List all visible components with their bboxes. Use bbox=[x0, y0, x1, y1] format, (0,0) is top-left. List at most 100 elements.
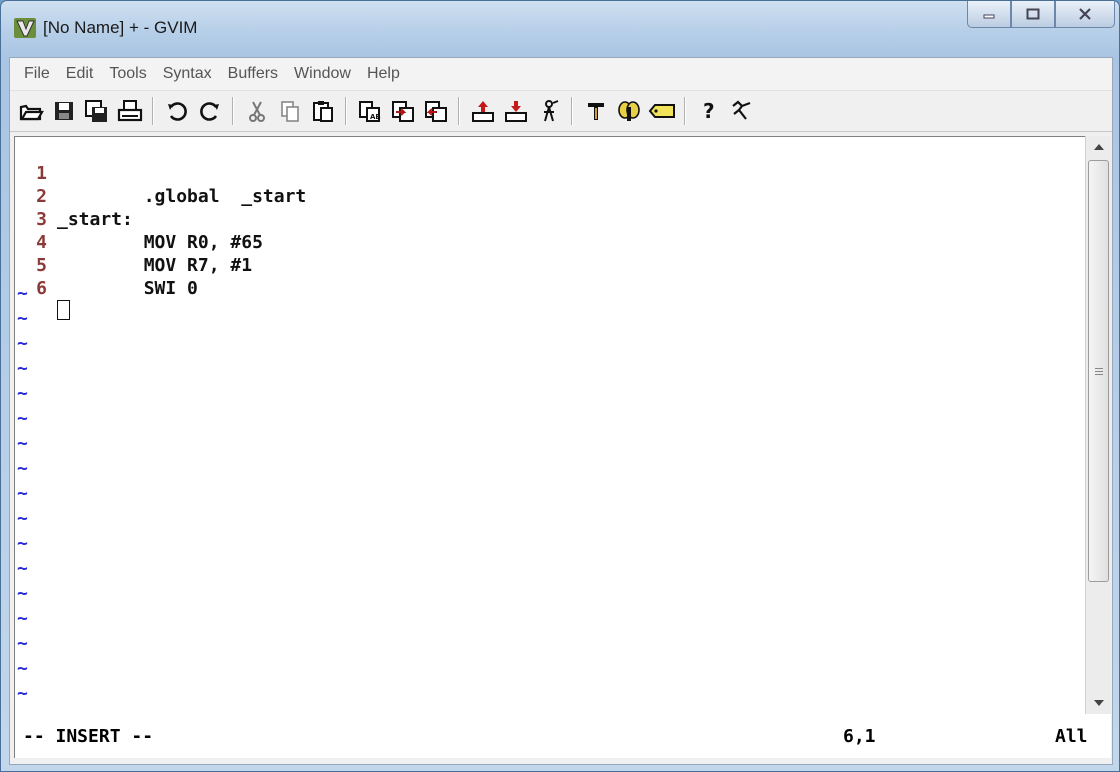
empty-line-tilde: ~ bbox=[17, 508, 28, 529]
minimize-icon bbox=[983, 14, 995, 19]
help-icon: ? bbox=[703, 99, 715, 123]
gvim-icon bbox=[14, 18, 36, 38]
toolbar-separator bbox=[152, 97, 154, 125]
save-button[interactable] bbox=[47, 94, 80, 128]
paste-button[interactable] bbox=[306, 94, 339, 128]
save-session-button[interactable] bbox=[386, 94, 419, 128]
toolbar: AB ? bbox=[10, 91, 1112, 132]
cut-icon bbox=[248, 101, 265, 122]
open-button[interactable] bbox=[14, 94, 47, 128]
hammer-icon bbox=[587, 103, 604, 120]
empty-line-tilde: ~ bbox=[17, 533, 28, 554]
vertical-scrollbar[interactable] bbox=[1085, 136, 1111, 714]
empty-line-tilde: ~ bbox=[17, 458, 28, 479]
run-script-icon bbox=[424, 101, 447, 122]
copy-button[interactable] bbox=[273, 94, 306, 128]
arrow-down-icon bbox=[1093, 700, 1104, 706]
empty-line-tilde: ~ bbox=[17, 433, 28, 454]
menu-window[interactable]: Window bbox=[286, 65, 359, 83]
toolbar-separator bbox=[571, 97, 573, 125]
cursor-position: 6,1 bbox=[843, 726, 876, 747]
status-line: -- INSERT -- 6,1 All bbox=[14, 714, 1111, 758]
tag-button[interactable] bbox=[645, 94, 678, 128]
print-button[interactable] bbox=[113, 94, 146, 128]
empty-line-tilde: ~ bbox=[17, 683, 28, 704]
paste-icon bbox=[312, 101, 333, 122]
find-help-button[interactable] bbox=[725, 94, 758, 128]
code-line: 1 .global _start bbox=[15, 139, 1075, 207]
arrow-up-icon bbox=[1093, 144, 1104, 150]
redo-icon bbox=[199, 102, 219, 121]
help-button[interactable]: ? bbox=[692, 94, 725, 128]
code-line: 3 MOV R0, #65 bbox=[15, 185, 1075, 253]
scroll-position: All bbox=[1055, 726, 1088, 747]
svg-text:AB: AB bbox=[370, 113, 381, 121]
minimize-button[interactable] bbox=[967, 1, 1011, 28]
title-bar[interactable]: [No Name] + - GVIM bbox=[1, 1, 1119, 57]
menu-buffers[interactable]: Buffers bbox=[220, 65, 286, 83]
empty-line-tilde: ~ bbox=[17, 483, 28, 504]
run-ctags-icon bbox=[543, 100, 558, 122]
menu-file[interactable]: File bbox=[16, 65, 58, 83]
maximize-icon bbox=[1026, 8, 1040, 20]
empty-line-tilde: ~ bbox=[17, 408, 28, 429]
toolbar-separator bbox=[458, 97, 460, 125]
save-session-icon bbox=[391, 101, 414, 122]
menu-tools[interactable]: Tools bbox=[101, 65, 154, 83]
grip-icon bbox=[1094, 367, 1103, 375]
client-area: File Edit Tools Syntax Buffers Window He… bbox=[9, 57, 1113, 765]
empty-line-tilde: ~ bbox=[17, 358, 28, 379]
empty-line-tilde: ~ bbox=[17, 283, 28, 304]
code-line: 5 SWI 0 bbox=[15, 231, 1075, 299]
copy-icon bbox=[280, 101, 299, 122]
shell-icon bbox=[504, 101, 527, 122]
code-line: 2 _start: bbox=[15, 162, 1075, 230]
undo-button[interactable] bbox=[160, 94, 193, 128]
empty-line-tilde: ~ bbox=[17, 583, 28, 604]
menu-bar: File Edit Tools Syntax Buffers Window He… bbox=[10, 58, 1112, 91]
empty-line-tilde: ~ bbox=[17, 308, 28, 329]
tags-jump-button[interactable] bbox=[612, 94, 645, 128]
menu-syntax[interactable]: Syntax bbox=[155, 65, 220, 83]
empty-line-tilde: ~ bbox=[17, 608, 28, 629]
run-ctags-button[interactable] bbox=[532, 94, 565, 128]
cut-button[interactable] bbox=[240, 94, 273, 128]
empty-line-tilde: ~ bbox=[17, 658, 28, 679]
svg-text:?: ? bbox=[703, 99, 715, 123]
redo-button[interactable] bbox=[193, 94, 226, 128]
empty-line-tilde: ~ bbox=[17, 558, 28, 579]
menu-edit[interactable]: Edit bbox=[58, 65, 102, 83]
window-title: [No Name] + - GVIM bbox=[43, 18, 198, 37]
scroll-down-button[interactable] bbox=[1086, 692, 1111, 714]
empty-line-tilde: ~ bbox=[17, 333, 28, 354]
tags-jump-icon bbox=[617, 101, 640, 121]
load-session-icon: AB bbox=[358, 101, 381, 122]
run-script-button[interactable] bbox=[419, 94, 452, 128]
close-icon bbox=[1079, 8, 1091, 20]
toolbar-separator bbox=[684, 97, 686, 125]
code-line: 6 bbox=[15, 254, 1075, 320]
close-button[interactable] bbox=[1055, 1, 1115, 28]
code-line: 4 MOV R7, #1 bbox=[15, 208, 1075, 276]
gvim-window: [No Name] + - GVIM File Edit Tools Synta… bbox=[0, 0, 1120, 772]
empty-line-tilde: ~ bbox=[17, 633, 28, 654]
empty-line-tilde: ~ bbox=[17, 383, 28, 404]
save-all-button[interactable] bbox=[80, 94, 113, 128]
make-button[interactable] bbox=[466, 94, 499, 128]
undo-icon bbox=[167, 102, 187, 121]
hammer-button[interactable] bbox=[579, 94, 612, 128]
scrollbar-thumb[interactable] bbox=[1088, 160, 1109, 582]
toolbar-separator bbox=[232, 97, 234, 125]
text-editor[interactable]: 1 .global _start 2 _start: 3 MOV R0, #65… bbox=[14, 136, 1086, 715]
print-icon bbox=[117, 100, 142, 122]
maximize-button[interactable] bbox=[1011, 1, 1055, 28]
mode-indicator: -- INSERT -- bbox=[23, 726, 154, 747]
menu-help[interactable]: Help bbox=[359, 65, 408, 83]
load-session-button[interactable]: AB bbox=[353, 94, 386, 128]
shell-button[interactable] bbox=[499, 94, 532, 128]
scroll-up-button[interactable] bbox=[1086, 136, 1111, 158]
find-help-icon bbox=[731, 100, 750, 120]
make-icon bbox=[471, 101, 494, 122]
save-icon bbox=[54, 102, 73, 120]
toolbar-separator bbox=[345, 97, 347, 125]
